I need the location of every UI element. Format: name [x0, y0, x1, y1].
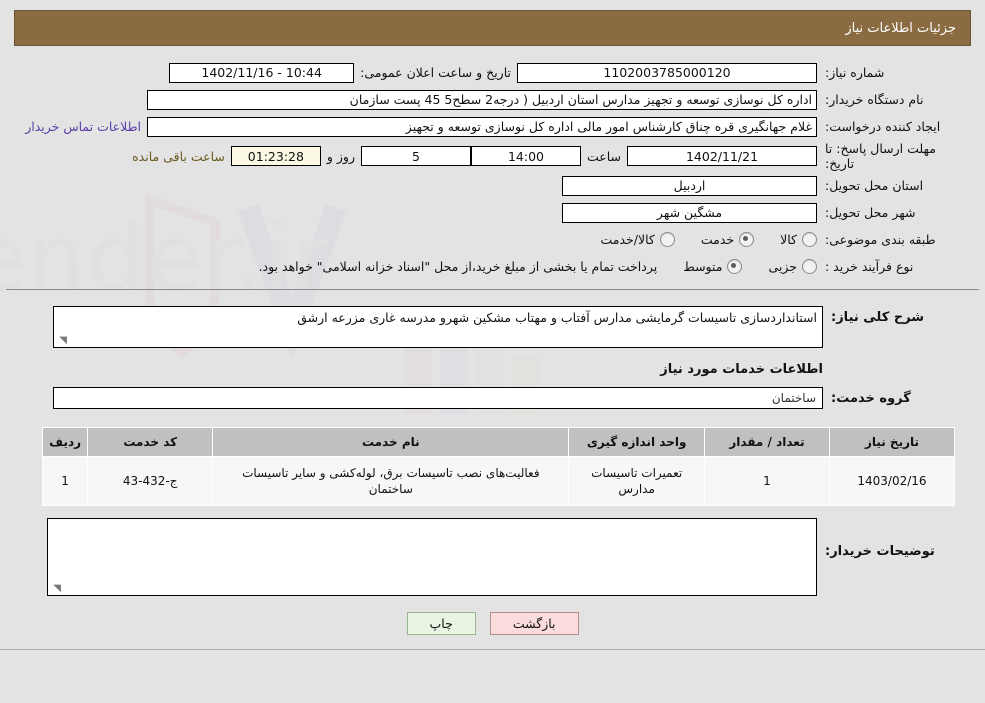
col-header-need-date: تاریخ نیاز	[828, 427, 956, 457]
cell-unit: تعمیرات تاسیسات مدارس	[568, 455, 705, 507]
details-panel: شماره نیاز: 1102003785000120 تاریخ و ساع…	[6, 54, 979, 290]
purchase-process-row: نوع فرآیند خرید : جزیی متوسط پرداخت تمام…	[16, 254, 969, 279]
countdown-timer: 01:23:28	[230, 146, 321, 166]
buyer-notes-row: توضیحات خریدار: ◥	[0, 518, 955, 597]
deadline-hour-label: ساعت	[586, 148, 621, 164]
cell-quantity: 1	[703, 455, 830, 507]
page-title: جزئیات اطلاعات نیاز	[845, 20, 956, 36]
delivery-city-field[interactable]: مشگین شهر	[562, 202, 817, 223]
announce-date-label: تاریخ و ساعت اعلان عمومی:	[360, 65, 511, 80]
description-section: شرح کلی نیاز: استانداردسازی تاسیسات گرما…	[0, 290, 985, 421]
cell-row-number: 1	[41, 455, 89, 507]
need-number-field[interactable]: 1102003785000120	[517, 62, 817, 83]
col-header-row-number: ردیف	[41, 427, 89, 457]
radio-icon[interactable]	[739, 232, 755, 247]
services-section-title: اطلاعات خدمات مورد نیاز	[660, 362, 823, 377]
category-option-label: خدمت	[700, 232, 735, 247]
buyer-org-label: نام دستگاه خریدار:	[825, 91, 924, 107]
request-creator-label: ایجاد کننده درخواست:	[825, 118, 941, 134]
radio-icon[interactable]	[802, 232, 817, 247]
table-header-row: تاریخ نیاز تعداد / مقدار واحد اندازه گیر…	[41, 427, 956, 457]
process-option-jozei[interactable]: جزیی	[768, 259, 817, 274]
cell-service-code: ج-432-43	[87, 455, 214, 507]
request-creator-row: ایجاد کننده درخواست: غلام جهانگیری قره چ…	[16, 114, 969, 139]
delivery-city-label: شهر محل تحویل:	[825, 204, 916, 220]
back-button[interactable]: بازگشت	[489, 612, 579, 636]
remaining-hours-label: ساعت باقی مانده	[132, 148, 225, 164]
need-number-label: شماره نیاز:	[825, 64, 885, 80]
response-deadline-label: مهلت ارسال پاسخ: تا تاریخ:	[825, 141, 936, 171]
service-group-field[interactable]: ساختمان	[53, 387, 823, 409]
subject-category-row: طبقه بندی موضوعی: کالا خدمت کالا/خدمت	[16, 227, 969, 252]
buyer-notes-label: توضیحات خریدار:	[825, 544, 935, 560]
request-creator-field[interactable]: غلام جهانگیری قره چناق کارشناس امور مالی…	[147, 116, 817, 137]
buyer-org-row: نام دستگاه خریدار: اداره کل نوسازی توسعه…	[16, 87, 969, 112]
cell-service-name: فعالیت‌های نصب تاسیسات برق، لوله‌کشی و س…	[212, 455, 570, 507]
print-button[interactable]: چاپ	[406, 612, 476, 636]
announce-date-field[interactable]: 10:44 - 1402/11/16	[169, 62, 355, 83]
service-group-label: گروه خدمت:	[831, 390, 911, 406]
general-description-textarea[interactable]: استانداردسازی تاسیسات گرمایشی مدارس آفتا…	[53, 306, 823, 348]
purchase-process-label: نوع فرآیند خرید :	[825, 258, 914, 274]
services-table-wrap: تاریخ نیاز تعداد / مقدار واحد اندازه گیر…	[41, 427, 956, 507]
remaining-days-field[interactable]: 5	[360, 146, 471, 166]
delivery-city-row: شهر محل تحویل: مشگین شهر	[16, 200, 969, 225]
need-number-row: شماره نیاز: 1102003785000120 تاریخ و ساع…	[16, 60, 969, 85]
service-group-row: گروه خدمت: ساختمان	[10, 387, 975, 409]
resize-handle-icon[interactable]: ◥	[51, 584, 61, 594]
subject-category-group: کالا خدمت کالا/خدمت	[574, 232, 817, 247]
delivery-province-label: استان محل تحویل:	[825, 177, 924, 193]
process-option-motavaset[interactable]: متوسط	[683, 259, 743, 274]
category-option-khedmat[interactable]: خدمت	[700, 232, 755, 247]
footer-actions: بازگشت چاپ	[0, 612, 985, 636]
bottom-divider	[0, 649, 985, 651]
general-description-value: استانداردسازی تاسیسات گرمایشی مدارس آفتا…	[297, 310, 817, 325]
buyer-contact-link[interactable]: اطلاعات تماس خریدار	[25, 119, 141, 134]
category-option-label: کالا	[780, 232, 797, 247]
col-header-service-code: کد خدمت	[87, 427, 214, 457]
col-header-unit: واحد اندازه گیری	[568, 427, 705, 457]
table-row: 1403/02/16 1 تعمیرات تاسیسات مدارس فعالی…	[41, 455, 956, 507]
process-option-label: جزیی	[768, 259, 797, 274]
col-header-quantity: تعداد / مقدار	[703, 427, 830, 457]
deadline-date-field[interactable]: 1402/11/21	[627, 146, 817, 166]
category-option-kala-khedmat[interactable]: کالا/خدمت	[600, 232, 675, 247]
radio-icon[interactable]	[802, 259, 817, 274]
general-description-label: شرح کلی نیاز:	[831, 310, 925, 325]
process-option-label: متوسط	[683, 259, 723, 274]
radio-icon[interactable]	[727, 259, 743, 274]
deadline-hour-field[interactable]: 14:00	[470, 146, 581, 166]
buyer-notes-textarea[interactable]: ◥	[47, 518, 817, 597]
radio-icon[interactable]	[659, 232, 675, 247]
buyer-org-field[interactable]: اداره کل نوسازی توسعه و تجهیز مدارس استا…	[147, 89, 817, 110]
payment-note: پرداخت تمام یا بخشی از مبلغ خرید،از محل …	[258, 259, 658, 274]
response-deadline-row: مهلت ارسال پاسخ: تا تاریخ: 1402/11/21 سا…	[16, 141, 969, 171]
page-header: جزئیات اطلاعات نیاز	[14, 10, 971, 46]
resize-handle-icon[interactable]: ◥	[57, 336, 67, 346]
general-description-row: شرح کلی نیاز: استانداردسازی تاسیسات گرما…	[10, 306, 975, 348]
services-table: تاریخ نیاز تعداد / مقدار واحد اندازه گیر…	[41, 427, 956, 507]
delivery-province-field[interactable]: اردبیل	[562, 175, 817, 196]
cell-need-date: 1403/02/16	[828, 455, 956, 507]
col-header-service-name: نام خدمت	[212, 427, 570, 457]
remaining-days-label: روز و	[326, 148, 355, 164]
category-option-kala[interactable]: کالا	[780, 232, 817, 247]
subject-category-label: طبقه بندی موضوعی:	[825, 231, 936, 247]
category-option-label: کالا/خدمت	[600, 232, 655, 247]
section-divider	[6, 289, 979, 290]
purchase-process-group: جزیی متوسط	[657, 259, 817, 274]
delivery-province-row: استان محل تحویل: اردبیل	[16, 173, 969, 198]
